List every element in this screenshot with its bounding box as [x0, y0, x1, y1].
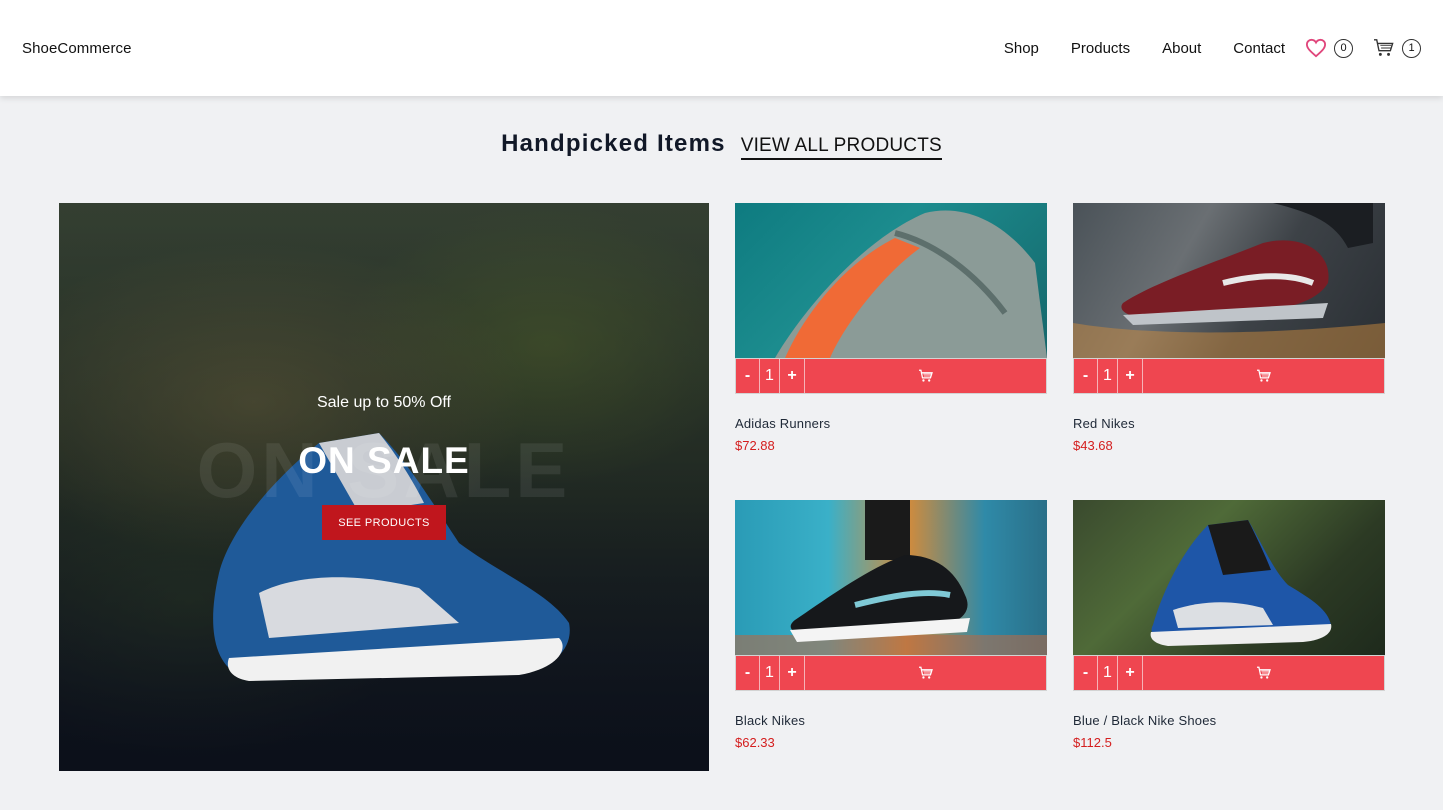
product-image[interactable]	[735, 203, 1047, 358]
cart-icon	[918, 369, 933, 382]
product-name[interactable]: Red Nikes	[1073, 416, 1385, 431]
cart-controls: - 1 +	[1073, 655, 1385, 691]
product-price: $112.5	[1073, 735, 1112, 750]
nav-products[interactable]: Products	[1071, 40, 1130, 57]
add-to-cart-button[interactable]	[1143, 656, 1384, 690]
cart-controls: - 1 +	[735, 358, 1047, 394]
quantity-value[interactable]: 1	[760, 656, 780, 690]
product-image[interactable]	[1073, 203, 1385, 358]
decrease-quantity-button[interactable]: -	[736, 656, 760, 690]
cart-icon	[1256, 666, 1271, 679]
section-title: Handpicked Items	[501, 130, 726, 157]
product-card: - 1 + Adidas Runners $72.88	[735, 203, 1047, 453]
sneaker-image	[1073, 203, 1385, 358]
nav-shop[interactable]: Shop	[1004, 40, 1039, 57]
main-nav: Shop Products About Contact 0 1	[1004, 38, 1421, 58]
sneaker-image	[1150, 520, 1332, 646]
hero-title: ON SALE	[298, 440, 470, 481]
increase-quantity-button[interactable]: +	[780, 656, 805, 690]
heart-icon	[1305, 38, 1327, 58]
add-to-cart-button[interactable]	[805, 359, 1046, 393]
site-header: ShoeCommerce Shop Products About Contact…	[0, 0, 1443, 96]
product-image[interactable]	[1073, 500, 1385, 655]
sneaker-image	[775, 210, 1047, 358]
cart-count-badge: 1	[1402, 38, 1421, 58]
quantity-value[interactable]: 1	[1098, 359, 1118, 393]
cart-icon	[1256, 369, 1271, 382]
hero-subtitle: Sale up to 50% Off	[316, 394, 451, 411]
wishlist-count-badge: 0	[1334, 38, 1353, 58]
product-name[interactable]: Blue / Black Nike Shoes	[1073, 713, 1385, 728]
quantity-value[interactable]: 1	[760, 359, 780, 393]
product-image[interactable]	[735, 500, 1047, 655]
sneaker-image	[735, 500, 1047, 655]
wishlist-button[interactable]: 0	[1305, 38, 1353, 58]
decrease-quantity-button[interactable]: -	[736, 359, 760, 393]
increase-quantity-button[interactable]: +	[1118, 656, 1143, 690]
increase-quantity-button[interactable]: +	[1118, 359, 1143, 393]
product-price: $72.88	[735, 438, 775, 453]
quantity-value[interactable]: 1	[1098, 656, 1118, 690]
product-card: - 1 + Red Nikes $43.68	[1073, 203, 1385, 453]
add-to-cart-button[interactable]	[805, 656, 1046, 690]
cart-icon	[1374, 39, 1394, 56]
product-price: $43.68	[1073, 438, 1113, 453]
hero-content: Sale up to 50% Off ON SALE SEE PRODUCTS	[59, 203, 709, 771]
product-name[interactable]: Black Nikes	[735, 713, 1047, 728]
product-price: $62.33	[735, 735, 775, 750]
brand-logo[interactable]: ShoeCommerce	[22, 40, 132, 57]
nav-contact[interactable]: Contact	[1233, 40, 1285, 57]
product-card: - 1 + Blue / Black Nike Shoes $112.5	[1073, 500, 1385, 750]
product-card: - 1 + Black Nikes $62.33	[735, 500, 1047, 750]
cart-button[interactable]: 1	[1373, 38, 1421, 58]
product-name[interactable]: Adidas Runners	[735, 416, 1047, 431]
cart-controls: - 1 +	[735, 655, 1047, 691]
add-to-cart-button[interactable]	[1143, 359, 1384, 393]
see-products-button[interactable]: SEE PRODUCTS	[322, 505, 446, 540]
decrease-quantity-button[interactable]: -	[1074, 656, 1098, 690]
increase-quantity-button[interactable]: +	[780, 359, 805, 393]
sale-hero-banner: ON SALE Sale up to 50% Off ON SALE SEE P…	[59, 203, 709, 771]
view-all-products-link[interactable]: VIEW ALL PRODUCTS	[740, 135, 942, 160]
nav-about[interactable]: About	[1162, 40, 1201, 57]
cart-controls: - 1 +	[1073, 358, 1385, 394]
section-heading: Handpicked Items VIEW ALL PRODUCTS	[0, 130, 1443, 160]
cart-icon	[918, 666, 933, 679]
decrease-quantity-button[interactable]: -	[1074, 359, 1098, 393]
